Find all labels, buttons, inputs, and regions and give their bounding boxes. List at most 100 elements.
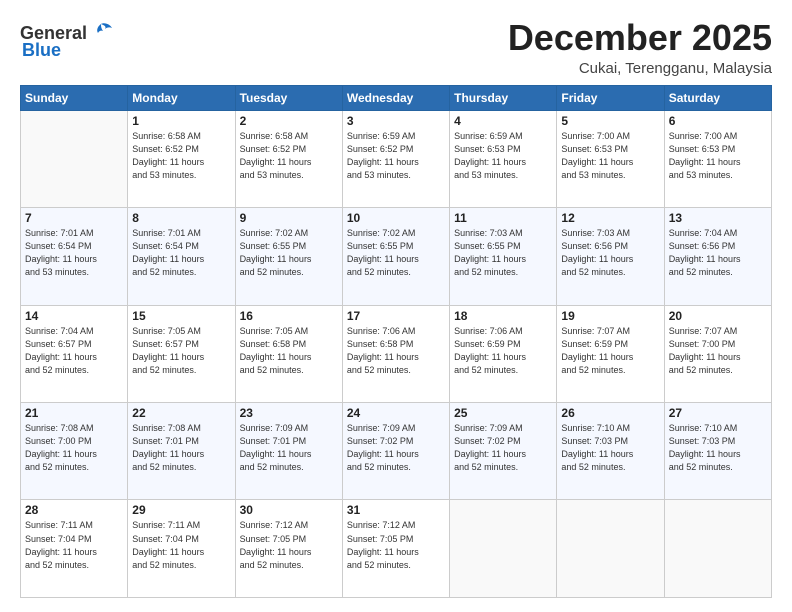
day-info: Sunrise: 6:59 AMSunset: 6:53 PMDaylight:…	[454, 130, 552, 182]
day-info: Sunrise: 7:02 AMSunset: 6:55 PMDaylight:…	[347, 227, 445, 279]
header: General Blue December 2025 Cukai, Tereng…	[20, 18, 772, 77]
calendar-cell: 25 Sunrise: 7:09 AMSunset: 7:02 PMDayligh…	[450, 403, 557, 500]
day-number: 17	[347, 309, 445, 323]
day-info: Sunrise: 7:04 AMSunset: 6:56 PMDaylight:…	[669, 227, 767, 279]
day-info: Sunrise: 7:12 AMSunset: 7:05 PMDaylight:…	[347, 519, 445, 571]
col-header-saturday: Saturday	[664, 85, 771, 110]
day-number: 8	[132, 211, 230, 225]
day-number: 3	[347, 114, 445, 128]
day-number: 19	[561, 309, 659, 323]
day-info: Sunrise: 6:58 AMSunset: 6:52 PMDaylight:…	[240, 130, 338, 182]
day-number: 16	[240, 309, 338, 323]
day-info: Sunrise: 7:01 AMSunset: 6:54 PMDaylight:…	[25, 227, 123, 279]
day-number: 24	[347, 406, 445, 420]
day-info: Sunrise: 7:05 AMSunset: 6:57 PMDaylight:…	[132, 325, 230, 377]
col-header-wednesday: Wednesday	[342, 85, 449, 110]
day-info: Sunrise: 7:00 AMSunset: 6:53 PMDaylight:…	[561, 130, 659, 182]
day-number: 30	[240, 503, 338, 517]
calendar-week-row: 21 Sunrise: 7:08 AMSunset: 7:00 PMDayligh…	[21, 403, 772, 500]
col-header-sunday: Sunday	[21, 85, 128, 110]
calendar-cell: 16 Sunrise: 7:05 AMSunset: 6:58 PMDayligh…	[235, 305, 342, 402]
calendar-cell: 13 Sunrise: 7:04 AMSunset: 6:56 PMDayligh…	[664, 208, 771, 305]
day-number: 29	[132, 503, 230, 517]
calendar-cell: 26 Sunrise: 7:10 AMSunset: 7:03 PMDayligh…	[557, 403, 664, 500]
day-info: Sunrise: 7:11 AMSunset: 7:04 PMDaylight:…	[25, 519, 123, 571]
logo-blue: Blue	[22, 40, 61, 61]
day-number: 4	[454, 114, 552, 128]
day-number: 18	[454, 309, 552, 323]
day-number: 9	[240, 211, 338, 225]
calendar-cell: 31 Sunrise: 7:12 AMSunset: 7:05 PMDayligh…	[342, 500, 449, 598]
day-info: Sunrise: 7:06 AMSunset: 6:58 PMDaylight:…	[347, 325, 445, 377]
day-info: Sunrise: 7:09 AMSunset: 7:02 PMDaylight:…	[454, 422, 552, 474]
day-number: 28	[25, 503, 123, 517]
day-number: 25	[454, 406, 552, 420]
day-number: 13	[669, 211, 767, 225]
col-header-tuesday: Tuesday	[235, 85, 342, 110]
day-info: Sunrise: 7:09 AMSunset: 7:02 PMDaylight:…	[347, 422, 445, 474]
title-block: December 2025 Cukai, Terengganu, Malaysi…	[508, 18, 772, 77]
calendar-cell: 10 Sunrise: 7:02 AMSunset: 6:55 PMDayligh…	[342, 208, 449, 305]
day-number: 6	[669, 114, 767, 128]
calendar-cell: 29Sunrise: 7:11 AMSunset: 7:04 PMDayligh…	[128, 500, 235, 598]
day-info: Sunrise: 7:00 AMSunset: 6:53 PMDaylight:…	[669, 130, 767, 182]
calendar-cell: 9 Sunrise: 7:02 AMSunset: 6:55 PMDaylight…	[235, 208, 342, 305]
calendar-cell: 22 Sunrise: 7:08 AMSunset: 7:01 PMDayligh…	[128, 403, 235, 500]
calendar-cell: 6 Sunrise: 7:00 AMSunset: 6:53 PMDaylight…	[664, 110, 771, 207]
day-number: 10	[347, 211, 445, 225]
col-header-friday: Friday	[557, 85, 664, 110]
calendar-cell: 2Sunrise: 6:58 AMSunset: 6:52 PMDaylight…	[235, 110, 342, 207]
day-info: Sunrise: 7:09 AMSunset: 7:01 PMDaylight:…	[240, 422, 338, 474]
col-header-thursday: Thursday	[450, 85, 557, 110]
day-info: Sunrise: 7:08 AMSunset: 7:00 PMDaylight:…	[25, 422, 123, 474]
day-number: 14	[25, 309, 123, 323]
calendar-cell: 21 Sunrise: 7:08 AMSunset: 7:00 PMDayligh…	[21, 403, 128, 500]
calendar-cell: 4 Sunrise: 6:59 AMSunset: 6:53 PMDaylight…	[450, 110, 557, 207]
calendar-table: SundayMondayTuesdayWednesdayThursdayFrid…	[20, 85, 772, 598]
day-number: 27	[669, 406, 767, 420]
calendar-cell: 18 Sunrise: 7:06 AMSunset: 6:59 PMDayligh…	[450, 305, 557, 402]
calendar-header-row: SundayMondayTuesdayWednesdayThursdayFrid…	[21, 85, 772, 110]
day-info: Sunrise: 7:07 AMSunset: 7:00 PMDaylight:…	[669, 325, 767, 377]
calendar-cell: 20Sunrise: 7:07 AMSunset: 7:00 PMDayligh…	[664, 305, 771, 402]
calendar-cell: 1Sunrise: 6:58 AMSunset: 6:52 PMDaylight…	[128, 110, 235, 207]
calendar-cell: 5 Sunrise: 7:00 AMSunset: 6:53 PMDaylight…	[557, 110, 664, 207]
calendar-week-row: 7Sunrise: 7:01 AMSunset: 6:54 PMDaylight…	[21, 208, 772, 305]
calendar-week-row: 14 Sunrise: 7:04 AMSunset: 6:57 PMDayligh…	[21, 305, 772, 402]
calendar-cell: 17 Sunrise: 7:06 AMSunset: 6:58 PMDayligh…	[342, 305, 449, 402]
day-number: 12	[561, 211, 659, 225]
calendar-cell: 28 Sunrise: 7:11 AMSunset: 7:04 PMDayligh…	[21, 500, 128, 598]
day-info: Sunrise: 7:10 AMSunset: 7:03 PMDaylight:…	[561, 422, 659, 474]
calendar-week-row: 28 Sunrise: 7:11 AMSunset: 7:04 PMDayligh…	[21, 500, 772, 598]
day-info: Sunrise: 7:03 AMSunset: 6:56 PMDaylight:…	[561, 227, 659, 279]
day-info: Sunrise: 7:04 AMSunset: 6:57 PMDaylight:…	[25, 325, 123, 377]
calendar-cell: 3Sunrise: 6:59 AMSunset: 6:52 PMDaylight…	[342, 110, 449, 207]
calendar-cell	[664, 500, 771, 598]
calendar-cell: 24 Sunrise: 7:09 AMSunset: 7:02 PMDayligh…	[342, 403, 449, 500]
day-info: Sunrise: 7:10 AMSunset: 7:03 PMDaylight:…	[669, 422, 767, 474]
day-info: Sunrise: 7:01 AMSunset: 6:54 PMDaylight:…	[132, 227, 230, 279]
day-number: 22	[132, 406, 230, 420]
day-number: 31	[347, 503, 445, 517]
calendar-cell: 23 Sunrise: 7:09 AMSunset: 7:01 PMDayligh…	[235, 403, 342, 500]
calendar-cell: 27 Sunrise: 7:10 AMSunset: 7:03 PMDayligh…	[664, 403, 771, 500]
day-number: 23	[240, 406, 338, 420]
day-number: 26	[561, 406, 659, 420]
day-number: 5	[561, 114, 659, 128]
day-info: Sunrise: 7:02 AMSunset: 6:55 PMDaylight:…	[240, 227, 338, 279]
day-info: Sunrise: 7:06 AMSunset: 6:59 PMDaylight:…	[454, 325, 552, 377]
day-info: Sunrise: 7:08 AMSunset: 7:01 PMDaylight:…	[132, 422, 230, 474]
calendar-week-row: 1Sunrise: 6:58 AMSunset: 6:52 PMDaylight…	[21, 110, 772, 207]
day-info: Sunrise: 7:05 AMSunset: 6:58 PMDaylight:…	[240, 325, 338, 377]
day-info: Sunrise: 7:07 AMSunset: 6:59 PMDaylight:…	[561, 325, 659, 377]
calendar-cell: 30Sunrise: 7:12 AMSunset: 7:05 PMDayligh…	[235, 500, 342, 598]
logo-bird-icon	[88, 22, 114, 44]
calendar-cell	[21, 110, 128, 207]
col-header-monday: Monday	[128, 85, 235, 110]
calendar-cell: 15Sunrise: 7:05 AMSunset: 6:57 PMDayligh…	[128, 305, 235, 402]
day-info: Sunrise: 6:58 AMSunset: 6:52 PMDaylight:…	[132, 130, 230, 182]
day-number: 21	[25, 406, 123, 420]
calendar-cell: 7Sunrise: 7:01 AMSunset: 6:54 PMDaylight…	[21, 208, 128, 305]
calendar-cell: 19 Sunrise: 7:07 AMSunset: 6:59 PMDayligh…	[557, 305, 664, 402]
calendar-cell: 8 Sunrise: 7:01 AMSunset: 6:54 PMDaylight…	[128, 208, 235, 305]
